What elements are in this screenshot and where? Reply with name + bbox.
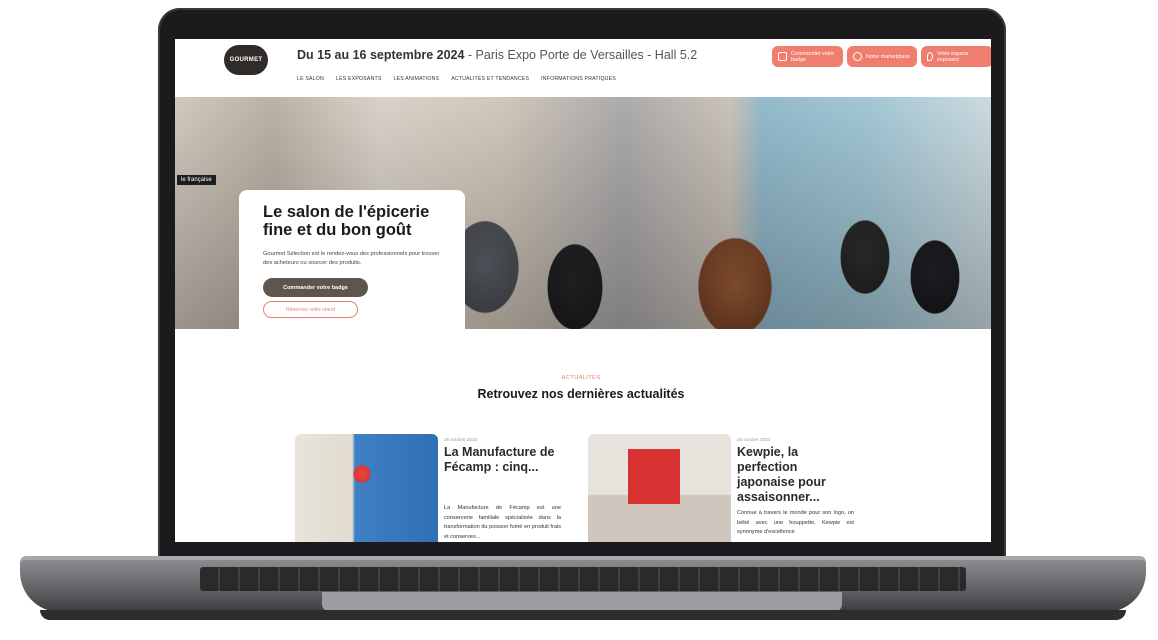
badge-icon xyxy=(778,52,787,61)
article-excerpt: La Manufacture de Fécamp est une conserv… xyxy=(444,505,561,540)
pin-icon xyxy=(927,52,933,61)
marketplace-button[interactable]: Notre marketplace xyxy=(847,46,917,67)
main-nav: LE SALON LES EXPOSANTS LES ANIMATIONS AC… xyxy=(297,76,616,82)
order-badge-button[interactable]: Commander votre badge xyxy=(772,46,843,67)
article-title[interactable]: Kewpie, la perfection japonaise pour ass… xyxy=(737,445,849,505)
basket-icon xyxy=(853,52,862,61)
article-title[interactable]: La Manufacture de Fécamp : cinq... xyxy=(444,445,556,475)
event-dates: Du 15 au 16 septembre 2024 xyxy=(297,48,465,62)
hero-sign: le française xyxy=(177,175,216,185)
laptop-trackpad xyxy=(322,592,842,612)
article-date: 26 octobre 2023 xyxy=(737,437,771,442)
nav-le-salon[interactable]: LE SALON xyxy=(297,76,324,82)
hero-text: Gourmet Sélection est le rendez-vous des… xyxy=(263,251,440,266)
laptop-keyboard xyxy=(200,567,966,591)
laptop-mockup: GOURMET Du 15 au 16 septembre 2024 - Par… xyxy=(0,0,1158,640)
article-date: 26 octobre 2023 xyxy=(444,437,478,442)
site-logo[interactable]: GOURMET xyxy=(224,45,268,75)
header-buttons: Commander votre badge Notre marketplace … xyxy=(772,46,991,67)
news-kicker: ACTUALITÉS xyxy=(561,375,601,381)
exhibitor-space-button[interactable]: Votre espace exposant xyxy=(921,46,991,67)
hero-card: Le salon de l'épicerie fine et du bon go… xyxy=(239,190,465,329)
laptop-foot xyxy=(40,610,1126,620)
nav-les-animations[interactable]: LES ANIMATIONS xyxy=(394,76,440,82)
news-section-title: Retrouvez nos dernières actualités xyxy=(477,387,685,401)
site-header: GOURMET Du 15 au 16 septembre 2024 - Par… xyxy=(175,39,991,97)
article-image[interactable] xyxy=(295,434,438,542)
nav-actualites[interactable]: ACTUALITÉS ET TENDANCES xyxy=(451,76,529,82)
hero-book-stand-button[interactable]: Réservez votre stand xyxy=(263,301,358,318)
hero-banner: le française Le salon de l'épicerie fine… xyxy=(175,97,991,329)
marketplace-label: Notre marketplace xyxy=(866,53,911,60)
exhibitor-space-label: Votre espace exposant xyxy=(937,50,969,63)
event-place: - Paris Expo Porte de Versailles - Hall … xyxy=(464,48,698,62)
article-image[interactable] xyxy=(588,434,731,542)
order-badge-label: Commander votre badge xyxy=(791,50,835,63)
article-excerpt: Connue à travers le monde pour son logo,… xyxy=(737,510,854,535)
hero-title: Le salon de l'épicerie fine et du bon go… xyxy=(263,203,430,239)
article-card[interactable]: 26 octobre 2023 Kewpie, la perfection ja… xyxy=(588,434,858,542)
nav-les-exposants[interactable]: LES EXPOSANTS xyxy=(336,76,382,82)
nav-informations-pratiques[interactable]: INFORMATIONS PRATIQUES xyxy=(541,76,616,82)
website-screen: GOURMET Du 15 au 16 septembre 2024 - Par… xyxy=(175,39,991,542)
hero-order-badge-button[interactable]: Commander votre badge xyxy=(263,278,368,297)
event-info: Du 15 au 16 septembre 2024 - Paris Expo … xyxy=(297,48,697,62)
article-card[interactable]: 26 octobre 2023 La Manufacture de Fécamp… xyxy=(295,434,565,542)
